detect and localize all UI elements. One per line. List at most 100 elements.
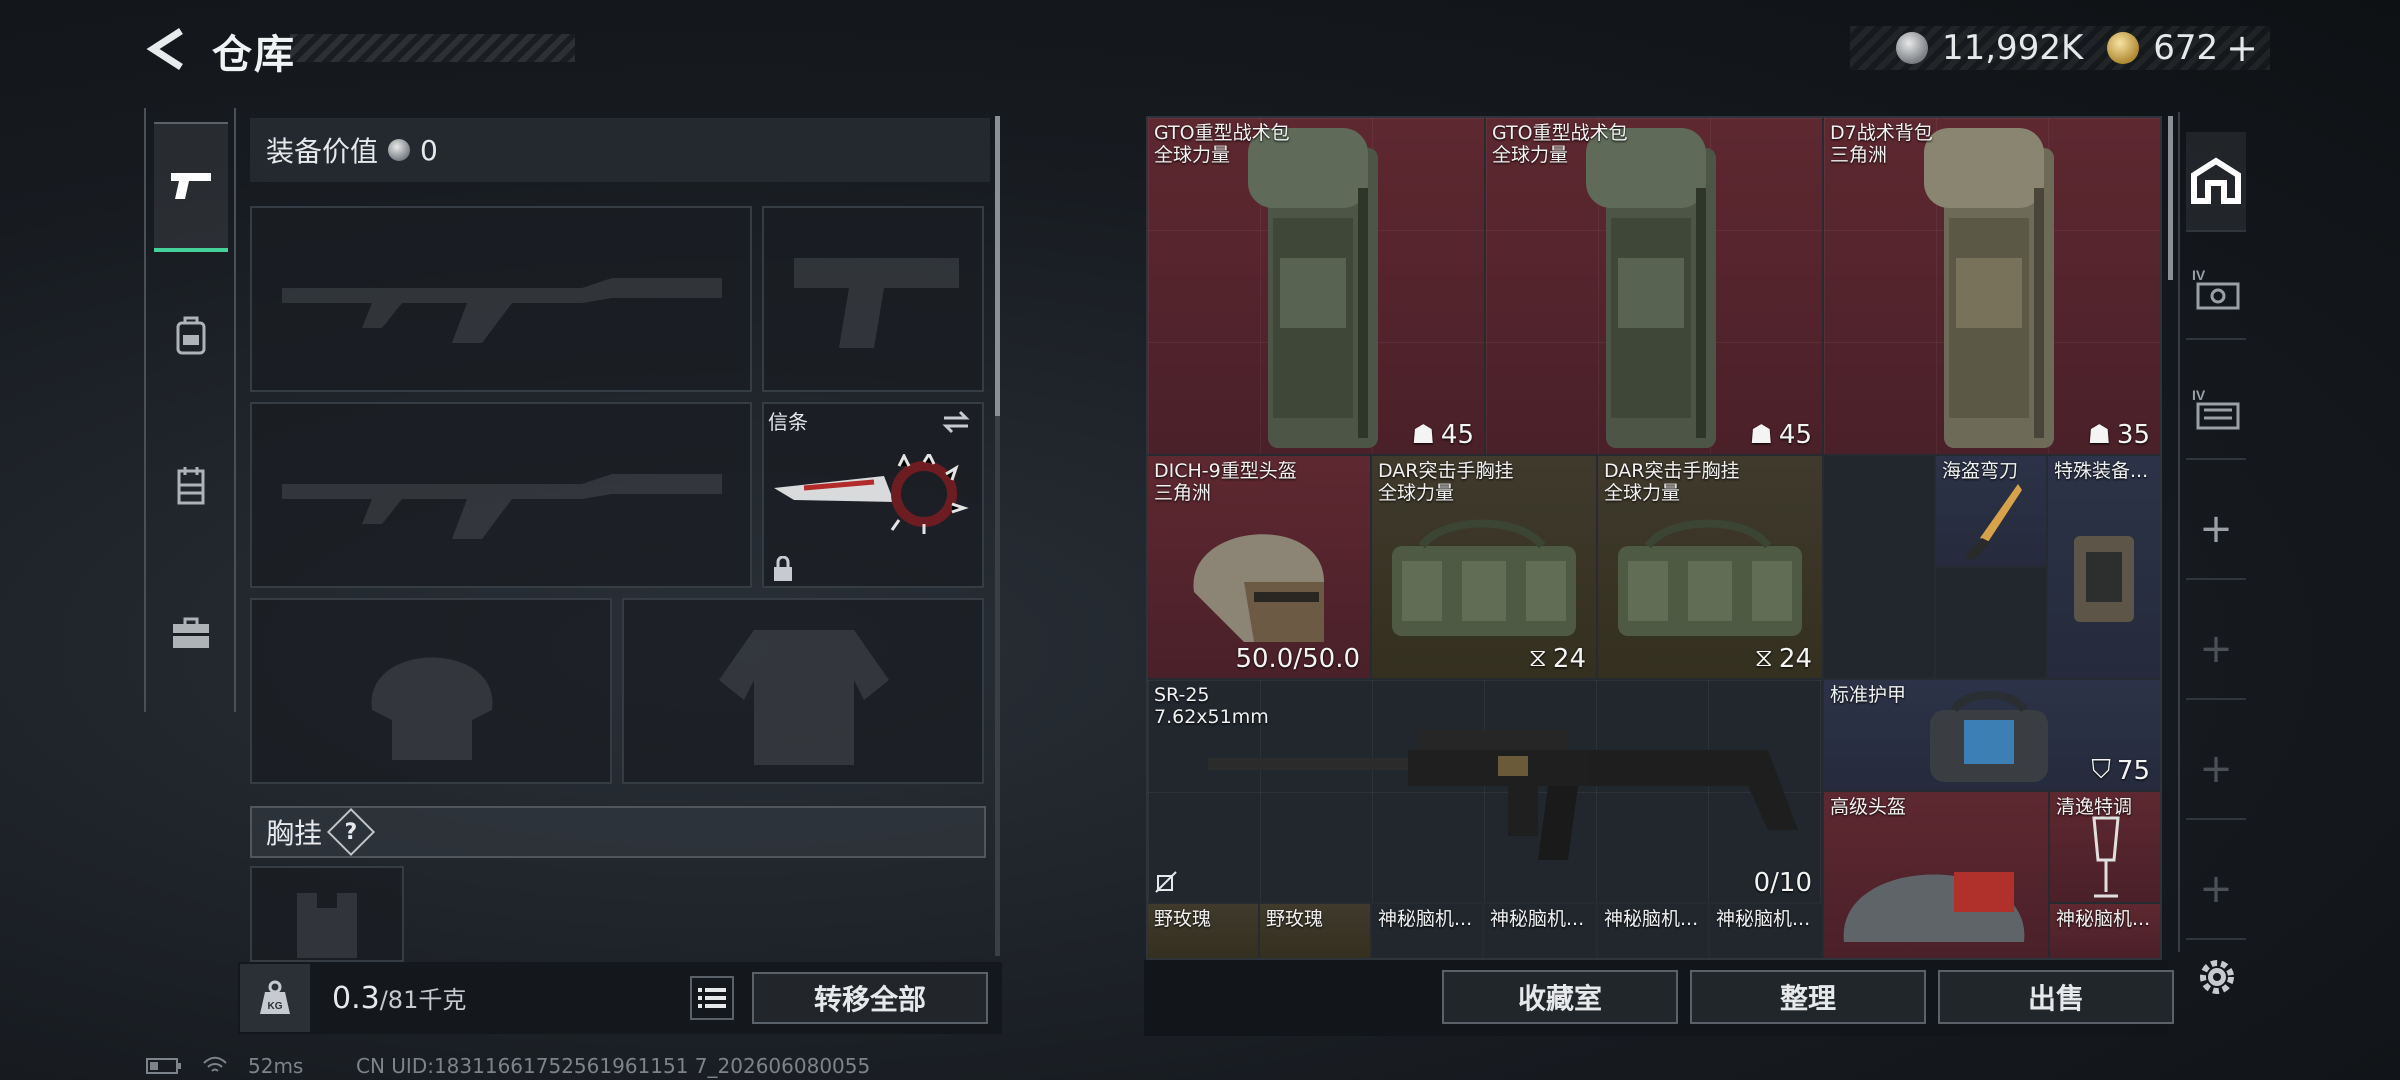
list-view-button[interactable] (690, 976, 734, 1020)
tab-vest[interactable] (154, 420, 228, 550)
item-value: ☗ 45 (1749, 420, 1812, 450)
helmet-slot[interactable] (250, 598, 612, 784)
add-stash-page-button[interactable]: + (2186, 840, 2246, 940)
primary-weapon-slot[interactable] (250, 206, 752, 392)
item-name: 野玫瑰 (1266, 908, 1324, 930)
item-name: GTO重型战术包 全球力量 (1154, 122, 1290, 166)
item-name: 神秘脑机... (1490, 908, 1585, 930)
pistol-silhouette-icon (794, 258, 959, 348)
stash-item[interactable]: GTO重型战术包 全球力量 ☗ 45 (1148, 118, 1486, 456)
stash-item[interactable]: 海盗弯刀 (1936, 456, 2048, 568)
item-name: DAR突击手胸挂 全球力量 (1604, 460, 1740, 504)
item-name: SR-25 7.62x51mm (1154, 684, 1269, 728)
stash-home-icon (2191, 157, 2241, 204)
stash-item[interactable]: 神秘脑机... (2050, 904, 2160, 958)
add-gold-button[interactable]: + (2226, 26, 2258, 70)
item-name: 高级头盔 (1830, 796, 1907, 818)
currency-bar: 11,992K 672 + (1850, 26, 2270, 70)
secondary-weapon-slot[interactable] (250, 402, 752, 588)
item-name: 神秘脑机... (1378, 908, 1473, 930)
stash-page-tabs: IV IV + + + + (2178, 112, 2250, 952)
armor-silhouette-icon (719, 630, 889, 765)
stash-page-4b[interactable]: IV (2186, 360, 2246, 460)
item-name: 海盗弯刀 (1942, 460, 2019, 482)
tab-backpack[interactable] (154, 270, 228, 400)
sell-button[interactable]: 出售 (1938, 970, 2174, 1024)
empty-stash-cell[interactable] (1824, 456, 1936, 680)
add-stash-page-button[interactable]: + (2186, 600, 2246, 700)
stash-item[interactable]: 野玫瑰 (1148, 904, 1260, 958)
vest-capacity-icon: ⧖ (1754, 643, 1773, 673)
tab-toolbox[interactable] (154, 568, 228, 698)
rifle-silhouette-icon (282, 474, 722, 539)
capacity-icon: ☗ (1749, 420, 1773, 450)
loadout-category-tabs (144, 108, 236, 712)
stash-item[interactable]: DAR突击手胸挂 全球力量 ⧖ 24 (1598, 456, 1824, 680)
item-name: 野玫瑰 (1154, 908, 1212, 930)
machete-item-icon (1964, 484, 2022, 560)
backpack-item-icon (1248, 128, 1378, 448)
weight-readout: 0.3/81千克 (332, 980, 466, 1016)
gold-amount: 672 (2153, 28, 2219, 68)
helmet-item-icon (1843, 872, 2025, 942)
help-icon[interactable]: ? (326, 807, 376, 857)
rifle-silhouette-icon (282, 278, 722, 343)
empty-stash-cell[interactable] (1936, 568, 2048, 680)
stash-page-4b-icon: IV (2192, 387, 2240, 430)
equipment-scrollbar-thumb[interactable] (995, 116, 1000, 416)
stash-item[interactable]: D7战术背包 三角洲 ☗ 35 (1824, 118, 2160, 456)
special-equipment-item-icon (2074, 536, 2134, 622)
tab-weapons[interactable] (154, 122, 228, 252)
silver-amount: 11,992K (1941, 28, 2084, 68)
equipment-value-label: 装备价值 (266, 135, 379, 168)
item-name: DICH-9重型头盔 三角洲 (1154, 460, 1297, 504)
helmet-item-icon (1193, 534, 1324, 642)
collection-room-button[interactable]: 收藏室 (1442, 970, 1678, 1024)
pistol-icon (171, 173, 211, 199)
stash-item[interactable]: 清逸特调 (2050, 792, 2160, 904)
stash-item[interactable]: 高级头盔 (1824, 792, 2050, 958)
armor-slot[interactable] (622, 598, 984, 784)
capacity-icon: ☗ (2087, 420, 2111, 450)
item-value: 50.0/50.0 (1235, 644, 1360, 674)
stash-item[interactable]: 神秘脑机... (1710, 904, 1824, 958)
item-name: 清逸特调 (2056, 796, 2133, 818)
equipment-value: 0 (420, 133, 438, 167)
settings-button[interactable] (2192, 952, 2242, 1002)
stash-item[interactable]: 标准护甲 ⛉ 75 (1824, 680, 2160, 792)
transfer-all-button[interactable]: 转移全部 (752, 972, 988, 1024)
sort-button[interactable]: 整理 (1690, 970, 1926, 1024)
stash-page-main[interactable] (2186, 132, 2246, 232)
swap-icon[interactable] (940, 410, 972, 434)
item-value: ⧖ 24 (1528, 643, 1586, 674)
max-weight: /81千克 (379, 986, 467, 1014)
stash-item[interactable]: DICH-9重型头盔 三角洲 50.0/50.0 (1148, 456, 1372, 680)
stash-scrollbar-thumb[interactable] (2168, 116, 2173, 280)
stash-page-4[interactable]: IV (2186, 240, 2246, 340)
add-stash-page-button[interactable]: + (2186, 480, 2246, 580)
chest-rig-section-header: 胸挂 ? (250, 806, 986, 858)
stash-item[interactable]: 神秘脑机... (1484, 904, 1598, 958)
back-arrow-icon (146, 28, 183, 70)
stash-item[interactable]: GTO重型战术包 全球力量 ☗ 45 (1486, 118, 1824, 456)
item-value: ☗ 45 (1411, 420, 1474, 450)
stash-item[interactable]: 野玫瑰 (1260, 904, 1372, 958)
stash-item[interactable]: 神秘脑机... (1598, 904, 1710, 958)
equipment-value-bar: 装备价值 0 (250, 118, 990, 182)
back-button[interactable] (140, 26, 190, 72)
ping-text: 52ms (248, 1054, 304, 1078)
knife-icon (774, 454, 969, 534)
stash-item[interactable]: DAR突击手胸挂 全球力量 ⧖ 24 (1372, 456, 1598, 680)
weight-icon-box: KG (240, 964, 310, 1032)
pistol-slot[interactable] (762, 206, 984, 392)
add-stash-page-button[interactable]: + (2186, 720, 2246, 820)
page-title: 仓库 (212, 32, 296, 78)
melee-slot[interactable]: 信条 (762, 402, 984, 588)
capacity-icon: ☗ (1411, 420, 1435, 450)
vest-silhouette-icon (297, 893, 357, 958)
stash-item[interactable]: 特殊装备... (2048, 456, 2160, 680)
chest-rig-slot[interactable] (250, 866, 404, 962)
stash-item[interactable]: SR-25 7.62x51mm 0/10 (1148, 680, 1824, 904)
armor-item-icon (1930, 691, 2048, 782)
stash-item[interactable]: 神秘脑机... (1372, 904, 1484, 958)
